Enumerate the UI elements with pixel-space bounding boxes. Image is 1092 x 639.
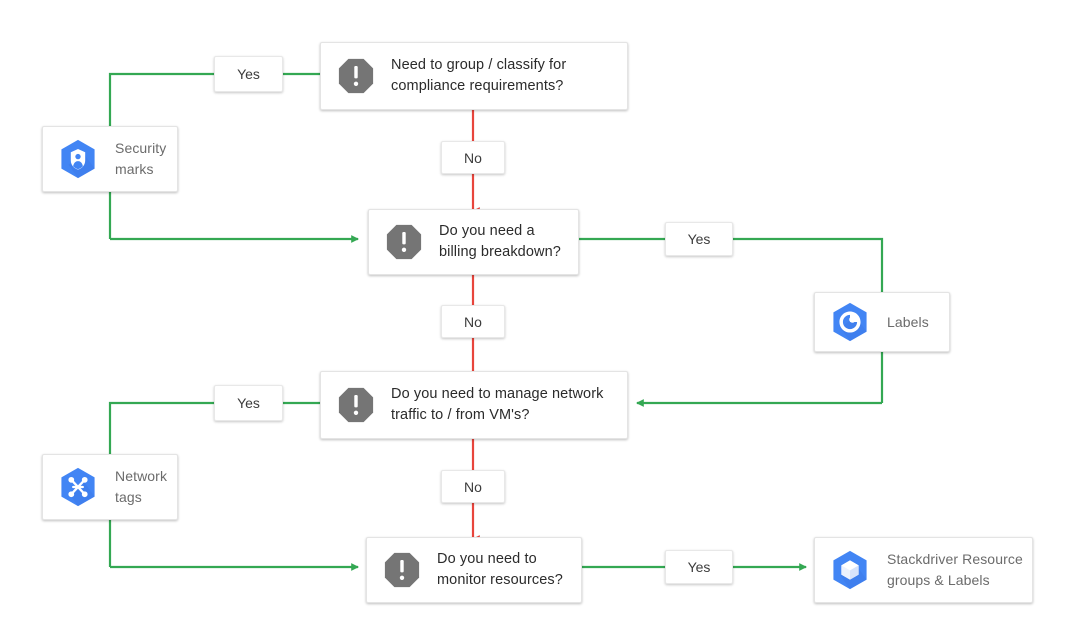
decision-line-2: monitor resources? bbox=[437, 572, 563, 588]
decision-text-monitor: Do you need to monitor resources? bbox=[437, 549, 563, 591]
decision-line-1: Do you need to bbox=[437, 550, 537, 567]
product-text-network-tags: Network tags bbox=[115, 466, 167, 508]
decision-line-2: traffic to / from VM's? bbox=[391, 407, 530, 423]
product-line-2: tags bbox=[115, 489, 142, 505]
product-line-2: groups & Labels bbox=[887, 572, 990, 588]
decision-text-compliance: Need to group / classify for compliance … bbox=[391, 55, 566, 97]
security-shield-hexagon-icon bbox=[61, 139, 95, 179]
edge-label-no-network: No bbox=[441, 470, 505, 503]
decision-line-2: billing breakdown? bbox=[439, 244, 561, 260]
stackdriver-cube-hexagon-icon bbox=[833, 550, 867, 590]
product-line-1: Stackdriver Resource bbox=[887, 551, 1023, 567]
product-text-security-marks: Security marks bbox=[115, 138, 166, 180]
exclamation-octagon-icon bbox=[386, 224, 422, 260]
product-card-labels[interactable]: Labels bbox=[814, 292, 950, 352]
edge-label-no-compliance: No bbox=[441, 141, 505, 174]
edge-label-yes-compliance: Yes bbox=[214, 56, 283, 92]
product-text-labels: Labels bbox=[887, 312, 929, 333]
decision-card-billing[interactable]: Do you need a billing breakdown? bbox=[368, 209, 579, 275]
decision-card-monitor[interactable]: Do you need to monitor resources? bbox=[366, 537, 582, 603]
edge-label-yes-monitor: Yes bbox=[665, 550, 733, 584]
decision-line-1: Do you need a bbox=[439, 222, 535, 239]
product-card-stackdriver[interactable]: Stackdriver Resource groups & Labels bbox=[814, 537, 1033, 603]
exclamation-octagon-icon bbox=[384, 552, 420, 588]
labels-hexagon-icon bbox=[833, 302, 867, 342]
decision-line-1: Need to group / classify for bbox=[391, 56, 567, 73]
decision-line-2: compliance requirements? bbox=[391, 78, 564, 94]
product-line-1: Security bbox=[115, 140, 167, 156]
network-hexagon-icon bbox=[61, 467, 95, 507]
edge-label-no-billing: No bbox=[441, 305, 505, 338]
product-card-security-marks[interactable]: Security marks bbox=[42, 126, 178, 192]
product-line-1: Network bbox=[115, 468, 168, 484]
flowchart-canvas: Need to group / classify for compliance … bbox=[0, 0, 1092, 639]
product-line-2: marks bbox=[115, 161, 154, 177]
product-text-stackdriver: Stackdriver Resource groups & Labels bbox=[887, 549, 1023, 591]
product-card-network-tags[interactable]: Network tags bbox=[42, 454, 178, 520]
product-line-1: Labels bbox=[887, 313, 929, 330]
exclamation-octagon-icon bbox=[338, 58, 374, 94]
decision-line-1: Do you need to manage network bbox=[391, 385, 604, 402]
decision-text-billing: Do you need a billing breakdown? bbox=[439, 221, 561, 263]
decision-card-network[interactable]: Do you need to manage network traffic to… bbox=[320, 371, 628, 439]
edge-label-yes-network: Yes bbox=[214, 385, 283, 421]
exclamation-octagon-icon bbox=[338, 387, 374, 423]
edge-label-yes-billing: Yes bbox=[665, 222, 733, 256]
decision-card-compliance[interactable]: Need to group / classify for compliance … bbox=[320, 42, 628, 110]
decision-text-network: Do you need to manage network traffic to… bbox=[391, 384, 603, 426]
